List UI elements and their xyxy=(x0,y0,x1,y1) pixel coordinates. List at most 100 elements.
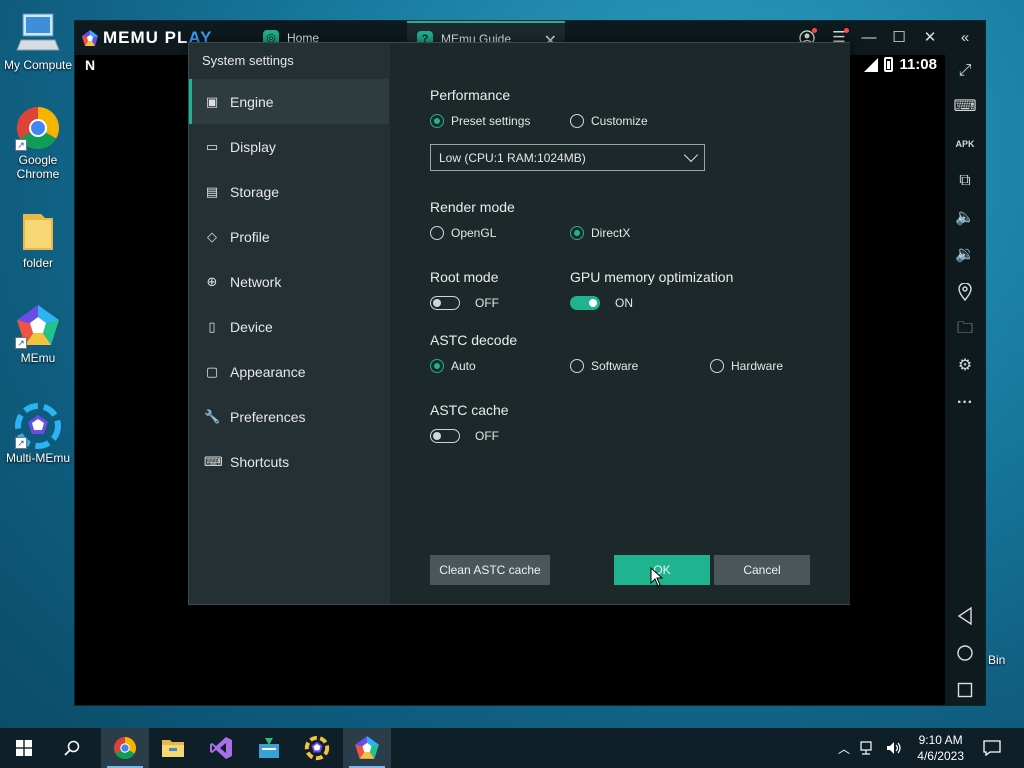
memu-side-toolbar: ⤢ ⌨ APK ⧉ 🔈 🔉 🗀 ⚙ ··· xyxy=(945,55,985,705)
collapse-sidebar-button[interactable]: « xyxy=(953,26,977,50)
nav-item-shortcuts[interactable]: ⌨ Shortcuts xyxy=(189,439,389,484)
taskbar-visual-studio[interactable] xyxy=(197,728,245,768)
astc-auto-radio[interactable]: Auto xyxy=(430,359,476,373)
notification-dot xyxy=(812,28,817,33)
desktop-icon-label: MEmu xyxy=(20,351,56,365)
nav-item-preferences[interactable]: 🔧 Preferences xyxy=(189,394,389,439)
shortcut-arrow-icon: ↗ xyxy=(15,437,27,449)
fullscreen-button[interactable]: ⤢ xyxy=(953,59,977,83)
nav-item-label: Shortcuts xyxy=(230,453,290,470)
memu-logo-icon xyxy=(82,30,98,46)
nav-item-storage[interactable]: ▤ Storage xyxy=(189,169,389,214)
desktop-icon-multi-memu[interactable]: ↗ Multi-MEmu xyxy=(0,403,76,465)
nav-item-network[interactable]: ⊕ Network xyxy=(189,259,389,304)
radio-label: Customize xyxy=(591,114,648,128)
nav-item-label: Device xyxy=(230,318,273,335)
action-center-button[interactable] xyxy=(968,728,1016,768)
recycle-bin-label[interactable]: Bin xyxy=(988,653,1005,667)
system-tray: ︿ xyxy=(838,728,902,768)
chevron-up-icon[interactable]: ︿ xyxy=(838,740,850,757)
shared-folder-button[interactable]: 🗀 xyxy=(953,317,977,341)
taskbar-app-installer[interactable] xyxy=(245,728,293,768)
android-status-bar: 11:08 xyxy=(864,56,937,73)
astc-cache-toggle[interactable]: OFF xyxy=(430,429,499,443)
taskbar-clock[interactable]: 9:10 AM 4/6/2023 xyxy=(917,732,964,764)
dialog-title: System settings xyxy=(202,53,294,68)
toggle-state: ON xyxy=(615,296,633,310)
preset-settings-radio[interactable]: Preset settings xyxy=(430,114,530,128)
memu-icon xyxy=(355,736,379,759)
cancel-button[interactable]: Cancel xyxy=(714,555,810,585)
toggle-switch[interactable] xyxy=(430,429,460,443)
keyboard-icon: ⌨ xyxy=(204,453,223,469)
android-back-button[interactable] xyxy=(953,604,977,628)
clean-astc-cache-button[interactable]: Clean ASTC cache xyxy=(430,555,550,585)
gear-icon: ⚙ xyxy=(957,357,973,374)
desktop-icon-label: My Compute xyxy=(3,58,73,72)
search-button[interactable] xyxy=(48,728,96,768)
gpu-memory-toggle[interactable]: ON xyxy=(570,296,633,310)
desktop-icon-folder[interactable]: folder xyxy=(0,208,76,270)
android-time: 11:08 xyxy=(899,56,937,73)
more-button[interactable]: ··· xyxy=(953,391,977,415)
taskbar-file-explorer[interactable] xyxy=(149,728,197,768)
minimize-button[interactable]: — xyxy=(857,26,881,50)
double-chevron-left-icon: « xyxy=(960,29,970,46)
toggle-switch[interactable] xyxy=(570,296,600,310)
taskbar-multi-memu[interactable] xyxy=(293,728,341,768)
directx-radio[interactable]: DirectX xyxy=(570,226,630,240)
radio-dot xyxy=(430,114,444,128)
window-icon: ▢ xyxy=(205,363,219,379)
android-home-button[interactable] xyxy=(953,641,977,665)
close-window-button[interactable]: ✕ xyxy=(918,26,942,50)
desktop-icon-label: Google Chrome xyxy=(16,153,60,181)
minimize-icon: — xyxy=(861,29,877,46)
root-mode-toggle[interactable]: OFF xyxy=(430,296,499,310)
keyboard-mapping-button[interactable]: ⌨ xyxy=(953,95,977,119)
toggle-switch[interactable] xyxy=(430,296,460,310)
select-value: Low (CPU:1 RAM:1024MB) xyxy=(439,151,586,165)
android-recents-button[interactable] xyxy=(953,678,977,702)
astc-hardware-radio[interactable]: Hardware xyxy=(710,359,783,373)
multi-instance-button[interactable]: ⧉ xyxy=(953,169,977,193)
nav-item-profile[interactable]: ◇ Profile xyxy=(189,214,389,259)
chip-icon: ▣ xyxy=(205,93,219,109)
location-button[interactable] xyxy=(953,280,977,304)
desktop-icon-my-computer[interactable]: My Compute xyxy=(0,10,76,72)
maximize-button[interactable]: ☐ xyxy=(887,26,911,50)
apk-icon: APK xyxy=(955,139,975,149)
astc-software-radio[interactable]: Software xyxy=(570,359,638,373)
install-apk-button[interactable]: APK xyxy=(953,132,977,156)
volume-icon[interactable] xyxy=(886,741,902,755)
nav-item-device[interactable]: ▯ Device xyxy=(189,304,389,349)
nav-item-engine[interactable]: ▣ Engine xyxy=(189,79,389,124)
volume-down-button[interactable]: 🔉 xyxy=(953,243,977,267)
settings-button[interactable]: ⚙ xyxy=(953,354,977,378)
taskbar-memu[interactable] xyxy=(343,728,391,768)
desktop-icon-label: folder xyxy=(22,256,54,270)
nav-item-label: Profile xyxy=(230,228,270,245)
recents-square-icon xyxy=(957,682,973,698)
customize-radio[interactable]: Customize xyxy=(570,114,648,128)
notification-n-icon: N xyxy=(85,57,96,73)
maximize-icon: ☐ xyxy=(892,29,906,46)
taskbar-chrome[interactable] xyxy=(101,728,149,768)
nav-item-label: Preferences xyxy=(230,408,306,425)
network-icon[interactable] xyxy=(860,741,876,755)
performance-preset-select[interactable]: Low (CPU:1 RAM:1024MB) xyxy=(430,144,705,171)
astc-cache-label: ASTC cache xyxy=(430,402,509,418)
nav-item-appearance[interactable]: ▢ Appearance xyxy=(189,349,389,394)
volume-up-button[interactable]: 🔈 xyxy=(953,206,977,230)
start-button[interactable] xyxy=(0,728,48,768)
nav-item-label: Engine xyxy=(230,93,274,110)
nav-item-display[interactable]: ▭ Display xyxy=(189,124,389,169)
toggle-state: OFF xyxy=(475,296,499,310)
volume-down-icon: 🔉 xyxy=(955,246,975,263)
opengl-radio[interactable]: OpenGL xyxy=(430,226,496,240)
desktop-icon-memu[interactable]: ↗ MEmu xyxy=(0,303,76,365)
desktop-icon-google-chrome[interactable]: ↗ Google Chrome xyxy=(0,105,76,181)
nav-item-label: Storage xyxy=(230,183,280,200)
chevron-down-icon xyxy=(683,147,699,163)
shortcut-arrow-icon: ↗ xyxy=(15,337,27,349)
installer-icon xyxy=(259,738,279,758)
